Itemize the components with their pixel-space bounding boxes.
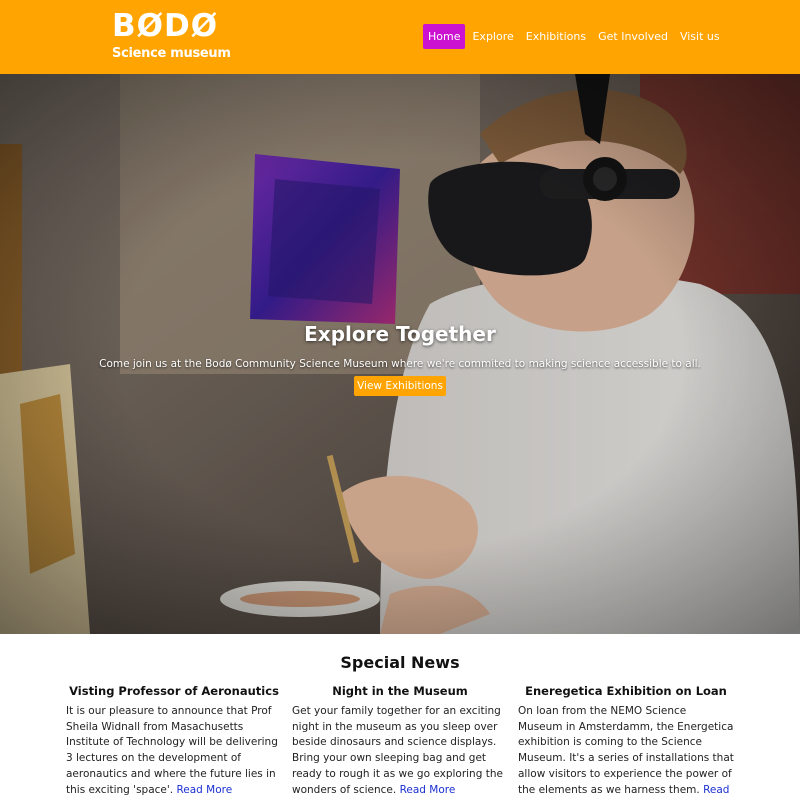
main-nav: Home Explore Exhibitions Get Involved Vi… [423, 24, 727, 49]
special-news-heading: Special News [340, 653, 460, 672]
news-card: Visting Professor of Aeronautics It is o… [66, 683, 282, 798]
news-card-body: Get your family together for an exciting… [292, 704, 508, 798]
read-more-link[interactable]: Read More [400, 784, 456, 796]
news-card-title: Eneregetica Exhibition on Loan [525, 684, 727, 698]
news-card-text: It is our pleasure to announce that Prof… [66, 705, 278, 796]
nav-visit-us[interactable]: Visit us [675, 24, 725, 49]
hero-title: Explore Together [304, 322, 496, 346]
news-card-title: Visting Professor of Aeronautics [69, 684, 279, 698]
view-exhibitions-button[interactable]: View Exhibitions [354, 376, 446, 396]
hero-subtitle: Come join us at the Bodø Community Scien… [99, 358, 701, 370]
news-card-body: On loan from the NEMO Science Museum in … [518, 704, 734, 800]
news-card-text: On loan from the NEMO Science Museum in … [518, 705, 734, 796]
nav-exhibitions[interactable]: Exhibitions [521, 24, 591, 49]
logo-subtitle: Science museum [112, 46, 231, 61]
news-card-text: Get your family together for an exciting… [292, 705, 503, 796]
hero-banner: Explore Together Come join us at the Bod… [0, 74, 800, 634]
read-more-link[interactable]: Read More [176, 784, 232, 796]
logo-wordmark: BØDØ [112, 8, 219, 44]
museum-logo[interactable]: BØDØ Science museum [112, 9, 231, 65]
hero-overlay: Explore Together Come join us at the Bod… [0, 74, 800, 634]
nav-explore[interactable]: Explore [467, 24, 518, 49]
news-card-title: Night in the Museum [332, 684, 468, 698]
news-card-body: It is our pleasure to announce that Prof… [66, 704, 282, 798]
nav-home[interactable]: Home [423, 24, 466, 49]
news-card: Eneregetica Exhibition on Loan On loan f… [518, 683, 734, 800]
nav-get-involved[interactable]: Get Involved [593, 24, 673, 49]
news-card: Night in the Museum Get your family toge… [292, 683, 508, 798]
site-header: BØDØ Science museum Home Explore Exhibit… [0, 0, 800, 74]
